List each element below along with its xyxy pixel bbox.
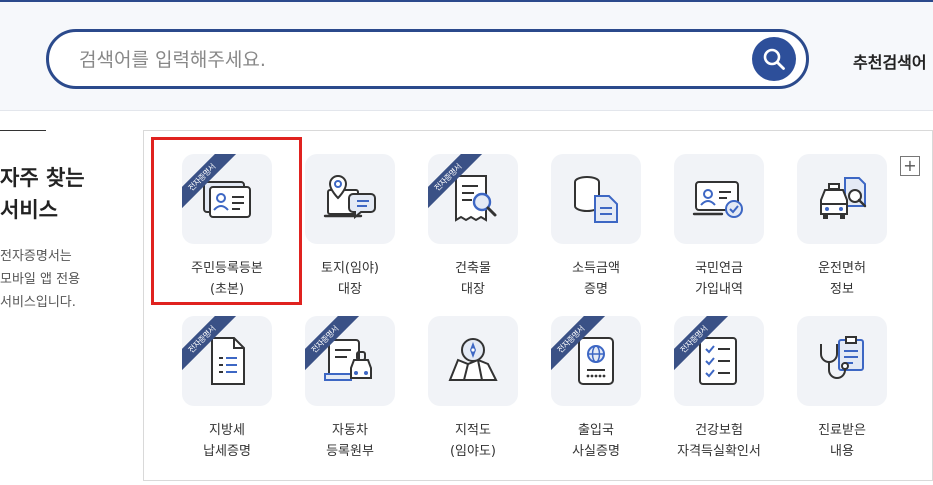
- service-label-line1: 출입국: [578, 423, 614, 438]
- service-label-line2: 가입내역: [695, 282, 743, 297]
- service-tile: 전자증명서: [182, 316, 272, 406]
- service-label: 진료받은 내용: [781, 420, 903, 462]
- coins-document-icon: [574, 176, 618, 223]
- id-verified-icon: [692, 181, 743, 218]
- service-label-line2: 정보: [830, 282, 854, 297]
- service-local-tax[interactable]: 전자증명서 지방세 납세증명: [166, 316, 288, 466]
- service-label: 토지(임야) 대장: [289, 258, 411, 300]
- service-tile: 전자증명서: [305, 316, 395, 406]
- service-label-line2: 납세증명: [203, 444, 251, 459]
- service-label-line1: 토지(임야): [321, 261, 379, 276]
- section-description: 전자증명서는 모바일 앱 전용 서비스입니다.: [0, 245, 120, 314]
- service-tile: 전자증명서: [428, 154, 518, 244]
- service-tile: [428, 316, 518, 406]
- service-label-line2: 증명: [584, 282, 608, 297]
- service-tile: 전자증명서: [551, 316, 641, 406]
- service-tile: [674, 154, 764, 244]
- service-land-register[interactable]: 토지(임야) 대장: [289, 154, 411, 304]
- service-tile: [551, 154, 641, 244]
- service-label-line2: (임야도): [449, 444, 497, 459]
- service-tile: [305, 154, 395, 244]
- service-label-line1: 주민등록등본: [191, 261, 263, 276]
- service-label: 자동차 등록원부: [289, 420, 411, 462]
- service-resident-registration[interactable]: 전자증명서 주민등록등본 (초본): [166, 154, 288, 304]
- service-health-insurance[interactable]: 전자증명서 건강보험 자격득실확인서: [658, 316, 780, 466]
- service-label-line1: 건강보험: [695, 423, 743, 438]
- service-label-line1: 지방세: [209, 423, 245, 438]
- service-label-line2: 등록원부: [326, 444, 374, 459]
- service-tile: 전자증명서: [674, 316, 764, 406]
- search-input[interactable]: [79, 46, 719, 74]
- search-box: [46, 29, 809, 89]
- search-band: 추천검색어: [0, 2, 933, 111]
- service-immigration[interactable]: 전자증명서 출입국 사실증명: [535, 316, 657, 466]
- search-icon: [763, 48, 785, 70]
- map-pin-chat-icon: [323, 174, 376, 220]
- car-license-icon: [820, 177, 867, 219]
- service-national-pension[interactable]: 국민연금 가입내역: [658, 154, 780, 304]
- service-label: 소득금액 증명: [535, 258, 657, 300]
- service-label: 지적도 (임야도): [412, 420, 534, 462]
- section-desc-line2: 모바일 앱 전용: [0, 272, 81, 287]
- service-label: 출입국 사실증명: [535, 420, 657, 462]
- service-cadastral-map[interactable]: 지적도 (임야도): [412, 316, 534, 466]
- service-label-line1: 진료받은: [818, 423, 866, 438]
- service-medical-records[interactable]: 진료받은 내용: [781, 316, 903, 466]
- service-label-line1: 건축물: [455, 261, 491, 276]
- service-label: 국민연금 가입내역: [658, 258, 780, 300]
- section-desc-line1: 전자증명서는: [0, 249, 72, 264]
- section-title-line1: 자주 찾는: [0, 166, 85, 190]
- service-label-line2: 사실증명: [572, 444, 620, 459]
- service-label: 지방세 납세증명: [166, 420, 288, 462]
- service-driver-license[interactable]: 운전면허 정보: [781, 154, 903, 304]
- service-label-line2: 자격득실확인서: [677, 444, 761, 459]
- service-tile: 전자증명서: [182, 154, 272, 244]
- service-tile: [797, 316, 887, 406]
- service-income-certificate[interactable]: 소득금액 증명: [535, 154, 657, 304]
- service-vehicle-register[interactable]: 전자증명서 자동차 등록원부: [289, 316, 411, 466]
- more-services-button[interactable]: +: [900, 156, 920, 176]
- service-label-line2: 대장: [338, 282, 362, 297]
- service-label: 건축물 대장: [412, 258, 534, 300]
- service-label-line2: (초본): [209, 282, 245, 297]
- section-title-line2: 서비스: [0, 198, 58, 222]
- section-desc-line3: 서비스입니다.: [0, 295, 76, 310]
- service-label: 건강보험 자격득실확인서: [658, 420, 780, 462]
- service-tile: [797, 154, 887, 244]
- section-divider: [0, 130, 46, 131]
- map-compass-icon: [448, 338, 498, 381]
- service-label-line1: 소득금액: [572, 261, 620, 276]
- service-label-line2: 대장: [461, 282, 485, 297]
- service-label-line2: 내용: [830, 444, 854, 459]
- service-label-line1: 국민연금: [695, 261, 743, 276]
- section-title: 자주 찾는 서비스: [0, 162, 120, 226]
- service-label-line1: 자동차: [332, 423, 368, 438]
- service-label-line1: 지적도: [455, 423, 491, 438]
- service-label: 운전면허 정보: [781, 258, 903, 300]
- search-button[interactable]: [752, 37, 796, 81]
- service-label: 주민등록등본 (초본): [166, 258, 288, 300]
- recommended-search-label[interactable]: 추천검색어: [853, 49, 927, 73]
- service-building-register[interactable]: 전자증명서 건축물 대장: [412, 154, 534, 304]
- stethoscope-icon: [820, 336, 864, 379]
- service-label-line1: 운전면허: [818, 261, 866, 276]
